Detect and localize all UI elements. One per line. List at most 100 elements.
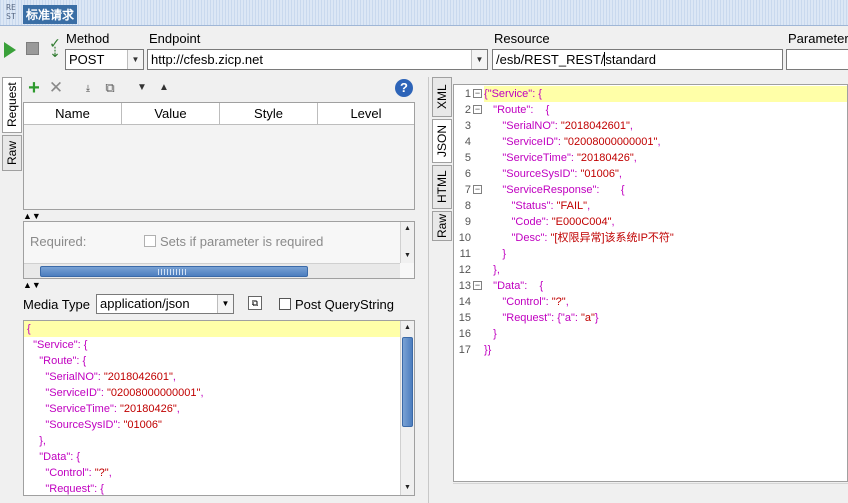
line-number: 10: [458, 232, 471, 244]
chevron-down-icon[interactable]: ▼: [217, 295, 233, 313]
tab-xml[interactable]: XML: [432, 77, 452, 117]
response-viewer[interactable]: 1−2−3 4 5 6 7−8 9 10 11 12 13−14 15 16 17 {"Service"…: [453, 84, 848, 482]
line-number: 3: [464, 120, 471, 132]
add-icon[interactable]: +: [25, 78, 43, 98]
collapse-icon[interactable]: −: [473, 281, 482, 290]
line-number: 7: [464, 184, 471, 196]
endpoint-input[interactable]: http://cfesb.zicp.net ▼: [147, 49, 488, 70]
line-number: 15: [458, 312, 471, 324]
panel-divider[interactable]: [428, 77, 429, 503]
line-number: 17: [458, 344, 471, 356]
request-body-line: },: [27, 435, 46, 447]
checkbox-icon[interactable]: [279, 298, 291, 310]
column-style[interactable]: Style: [220, 103, 318, 124]
tab-html[interactable]: HTML: [432, 165, 452, 209]
request-body-line: "Service": {: [33, 339, 88, 351]
endpoint-bar: ✓ ⇣ Method POST ▼ Endpoint http://cfesb.z…: [0, 27, 848, 73]
scroll-up-icon[interactable]: ▲: [401, 321, 414, 335]
response-line: {"Service": {: [484, 86, 847, 102]
parameter-toolbar: + ✕ ⤓ ⧉ ▼ ▲ ?: [23, 77, 415, 101]
line-number: 8: [464, 200, 471, 212]
details-horizontal-scrollbar[interactable]: [24, 263, 400, 278]
line-number: 1: [464, 88, 471, 100]
parameter-details-panel: Required: Sets if parameter is required …: [23, 221, 415, 279]
line-number: 4: [464, 136, 471, 148]
response-line: "Route": {: [493, 104, 550, 116]
request-body-line: "ServiceID": "02008000000001",: [45, 387, 204, 399]
details-vertical-scrollbar[interactable]: ▲ ▼: [400, 222, 414, 263]
required-label: Required:: [30, 234, 87, 249]
endpoint-value: http://cfesb.zicp.net: [151, 52, 264, 67]
response-line: "Control": "?",: [502, 296, 569, 308]
response-status-bar: [453, 483, 848, 503]
splitter-handle[interactable]: ▲▼: [23, 280, 415, 290]
copy-icon[interactable]: ⧉: [101, 79, 119, 97]
scroll-down-icon[interactable]: ▼: [401, 481, 414, 495]
run-icon[interactable]: [4, 42, 16, 58]
request-tabs: Request Raw: [2, 77, 22, 177]
chevron-down-icon[interactable]: ▼: [471, 50, 487, 69]
request-body-line: "Request": {: [45, 483, 104, 495]
collapse-icon[interactable]: −: [473, 185, 482, 194]
request-body-editor[interactable]: { "Service": { "Route": { "SerialNO": "2…: [23, 320, 415, 496]
tab-json[interactable]: JSON: [432, 119, 452, 163]
scroll-thumb[interactable]: [40, 266, 308, 277]
collapse-icon[interactable]: −: [473, 89, 482, 98]
parameters-input[interactable]: [786, 49, 848, 70]
move-up-icon[interactable]: ▲: [155, 79, 173, 97]
rest-logo-icon: RE ST: [6, 3, 16, 21]
move-down-icon[interactable]: ▼: [133, 79, 151, 97]
request-body-line: "ServiceTime": "20180426",: [45, 403, 180, 415]
media-type-row: Media Type application/json ▼ ⧉ Post Que…: [23, 293, 415, 317]
response-line: }}: [484, 344, 492, 356]
required-checkbox-label: Sets if parameter is required: [160, 234, 324, 249]
help-icon[interactable]: ?: [395, 79, 413, 97]
line-number: 2: [464, 104, 471, 116]
line-number: 13: [458, 280, 471, 292]
request-body-line: "Control": "?",: [45, 467, 112, 479]
chevron-down-icon[interactable]: ▼: [127, 50, 143, 69]
request-body-line: "Data": {: [39, 451, 81, 463]
response-line: "ServiceResponse": {: [502, 184, 625, 196]
column-level[interactable]: Level: [318, 103, 414, 124]
response-line: "Data": {: [493, 280, 544, 292]
parameter-table[interactable]: Name Value Style Level: [23, 102, 415, 210]
scroll-thumb[interactable]: [402, 337, 413, 427]
scroll-up-icon[interactable]: ▲: [401, 222, 414, 236]
response-line: }: [484, 328, 497, 340]
line-number: 12: [458, 264, 471, 276]
scroll-down-icon[interactable]: ▼: [401, 249, 414, 263]
column-value[interactable]: Value: [122, 103, 220, 124]
column-name[interactable]: Name: [24, 103, 122, 124]
title-bar: RE ST 标准请求: [0, 0, 848, 26]
splitter-handle[interactable]: ▲▼: [23, 211, 415, 221]
required-checkbox[interactable]: Sets if parameter is required: [144, 234, 323, 249]
response-line: "ServiceTime": "20180426",: [502, 152, 637, 164]
request-body-line: "SourceSysID": "01006": [45, 419, 162, 431]
tab-raw[interactable]: Raw: [2, 135, 22, 171]
media-type-label: Media Type: [23, 297, 90, 312]
window-title: 标准请求: [23, 5, 78, 24]
remove-icon[interactable]: ✕: [47, 79, 65, 97]
method-select[interactable]: POST ▼: [65, 49, 144, 70]
tab-raw-response[interactable]: Raw: [432, 211, 452, 241]
media-type-select[interactable]: application/json ▼: [96, 294, 234, 314]
tab-request[interactable]: Request: [2, 77, 22, 133]
post-querystring-checkbox[interactable]: Post QueryString: [279, 297, 394, 312]
submit-options-icon[interactable]: ✓ ⇣: [47, 36, 63, 59]
response-line: "Request": {"a": "a"}: [502, 312, 599, 324]
media-type-value: application/json: [100, 296, 190, 311]
response-line: "SourceSysID": "01006",: [502, 168, 622, 180]
endpoint-label: Endpoint: [149, 31, 201, 46]
body-vertical-scrollbar[interactable]: ▲ ▼: [400, 321, 414, 495]
format-icon[interactable]: ⧉: [248, 296, 262, 310]
extract-params-icon[interactable]: ⤓: [79, 79, 97, 97]
collapse-icon[interactable]: −: [473, 105, 482, 114]
checkbox-icon[interactable]: [144, 235, 156, 247]
stop-icon[interactable]: [26, 42, 39, 55]
response-line: "Code": "E000C004",: [511, 216, 615, 228]
line-number: 11: [459, 248, 471, 260]
line-number: 9: [464, 216, 471, 228]
resource-input[interactable]: /esb/REST_REST/standard: [492, 49, 783, 70]
response-line: "Desc": "[权限异常]该系统IP不符": [511, 232, 674, 244]
